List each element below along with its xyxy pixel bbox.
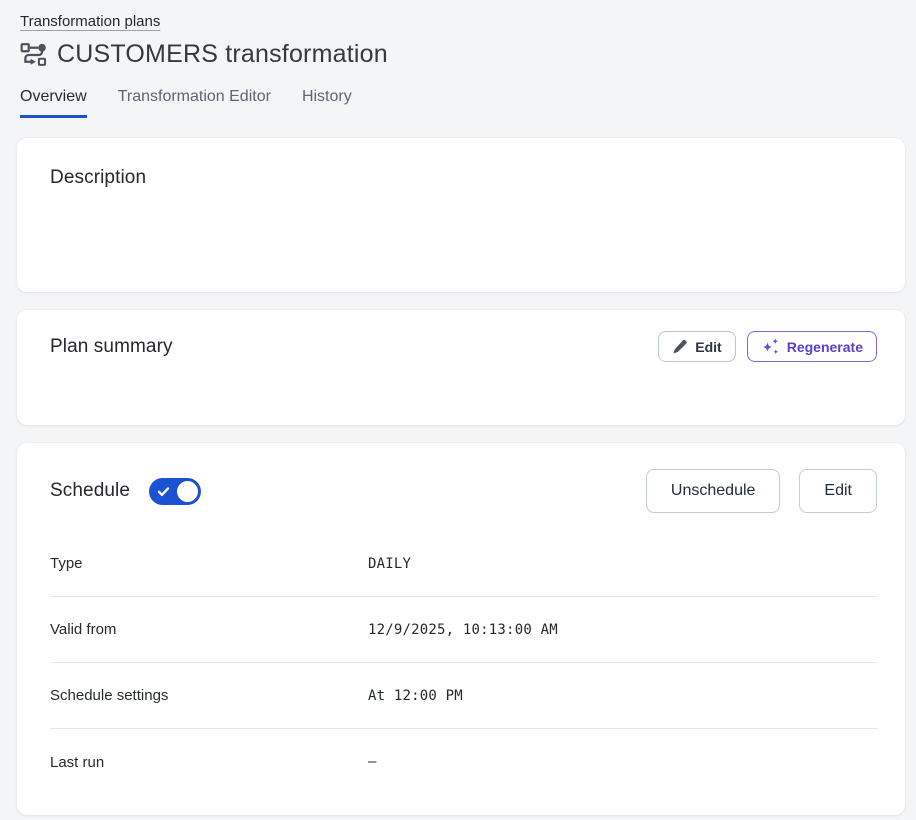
plan-summary-title: Plan summary [50, 336, 173, 358]
cards-container: Description Plan summary Edit Re [17, 138, 905, 815]
schedule-row-type: Type DAILY [50, 531, 877, 597]
schedule-row-last-run: Last run – [50, 729, 877, 795]
schedule-actions: Unschedule Edit [646, 469, 877, 513]
row-label: Type [50, 555, 368, 572]
plan-summary-card: Plan summary Edit Regenerate [17, 310, 905, 425]
description-card: Description [17, 138, 905, 292]
row-value: DAILY [368, 556, 411, 572]
edit-schedule-button[interactable]: Edit [799, 469, 877, 513]
plan-summary-head: Plan summary Edit Regenerate [50, 331, 877, 362]
breadcrumb[interactable]: Transformation plans [20, 13, 160, 30]
regenerate-button[interactable]: Regenerate [747, 331, 877, 362]
transformation-plan-icon [20, 42, 47, 68]
tab-transformation-editor[interactable]: Transformation Editor [118, 88, 271, 118]
sparkles-icon [761, 337, 780, 356]
schedule-toggle[interactable] [149, 478, 201, 505]
toggle-knob [177, 481, 198, 502]
row-label: Valid from [50, 621, 368, 638]
pencil-icon [672, 339, 688, 355]
check-icon [157, 485, 170, 498]
edit-plan-summary-label: Edit [695, 339, 721, 355]
schedule-head: Schedule Unschedule Edit [50, 443, 877, 513]
description-card-title: Description [50, 167, 877, 189]
title-row: CUSTOMERS transformation [20, 40, 896, 69]
schedule-row-valid-from: Valid from 12/9/2025, 10:13:00 AM [50, 597, 877, 663]
page-header: Transformation plans CUSTOMERS transform… [0, 0, 916, 118]
tab-overview[interactable]: Overview [20, 88, 87, 118]
schedule-title: Schedule [50, 480, 130, 502]
page-title: CUSTOMERS transformation [57, 40, 388, 69]
row-label: Last run [50, 754, 368, 771]
row-value: At 12:00 PM [368, 688, 463, 704]
row-value: 12/9/2025, 10:13:00 AM [368, 622, 558, 638]
tab-history[interactable]: History [302, 88, 352, 118]
row-value: – [368, 754, 377, 770]
tab-bar: Overview Transformation Editor History [20, 88, 896, 118]
schedule-card: Schedule Unschedule Edit Type DAILY Vali… [17, 443, 905, 815]
unschedule-button[interactable]: Unschedule [646, 469, 781, 513]
regenerate-label: Regenerate [787, 339, 863, 355]
row-label: Schedule settings [50, 687, 368, 704]
plan-summary-actions: Edit Regenerate [658, 331, 877, 362]
schedule-details: Type DAILY Valid from 12/9/2025, 10:13:0… [50, 513, 877, 815]
edit-plan-summary-button[interactable]: Edit [658, 331, 735, 362]
schedule-row-settings: Schedule settings At 12:00 PM [50, 663, 877, 729]
schedule-title-group: Schedule [50, 469, 201, 513]
